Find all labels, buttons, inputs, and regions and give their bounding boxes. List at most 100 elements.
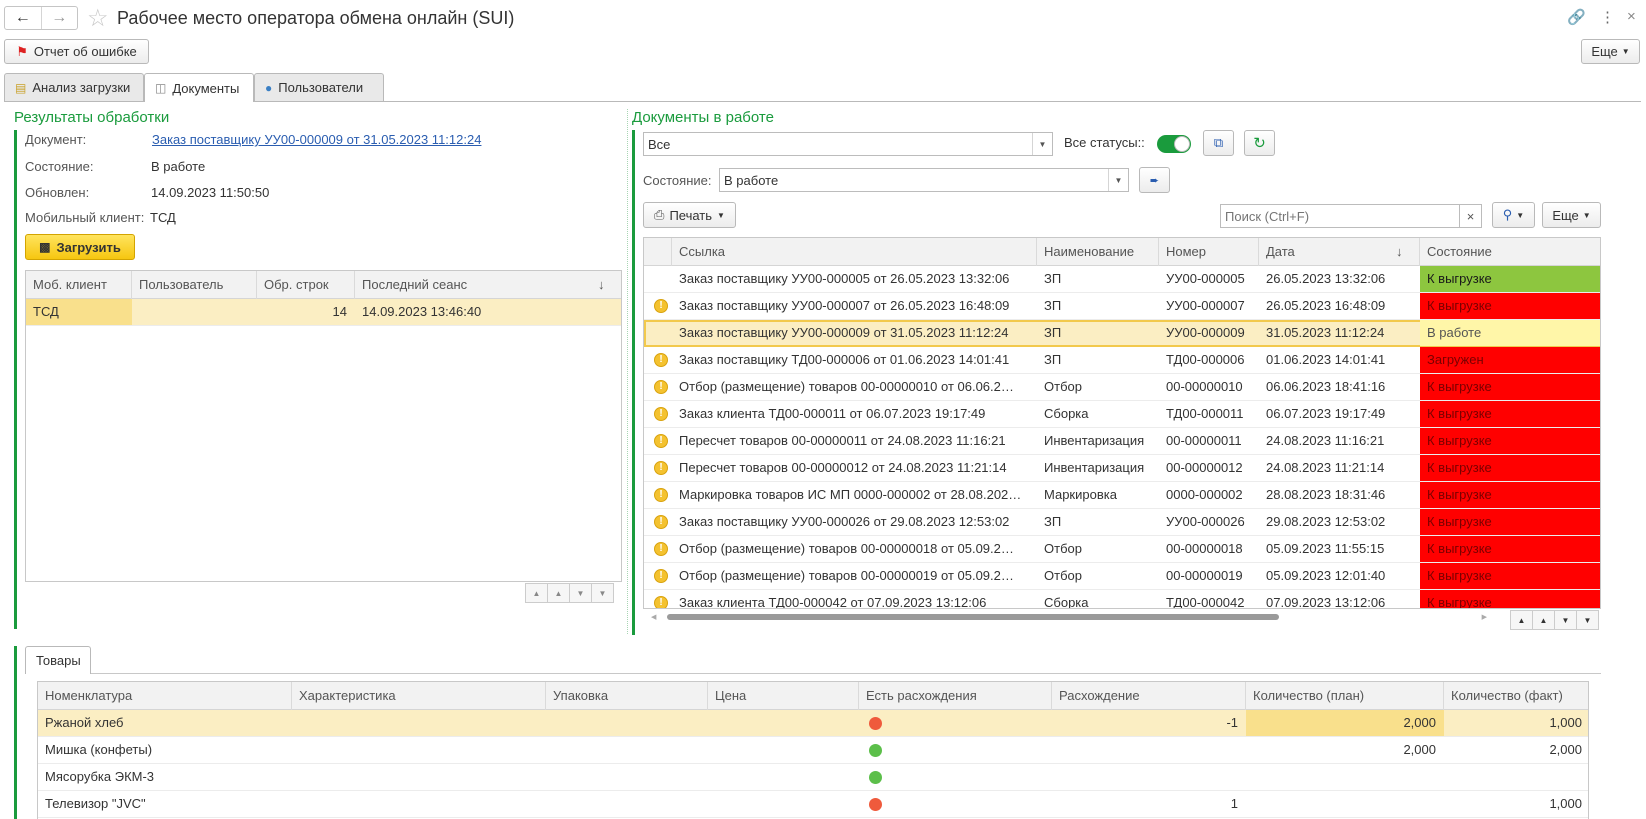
more-vert-icon[interactable]: ⋮ bbox=[1600, 8, 1615, 26]
table-row[interactable]: ! Маркировка товаров ИС МП 0000-000002 от… bbox=[644, 482, 1600, 509]
cell-plan bbox=[1246, 764, 1444, 790]
printer-icon: ⎙ bbox=[654, 207, 665, 222]
history-nav: ← → bbox=[4, 6, 78, 30]
table-row[interactable]: ! Пересчет товаров 00-00000011 от 24.08.2… bbox=[644, 428, 1600, 455]
table-row[interactable]: Телевизор "JVC" 1 1,000 bbox=[38, 791, 1588, 818]
updated-value: 14.09.2023 11:50:50 bbox=[151, 185, 270, 200]
cell-ref: Заказ клиента ТД00-000042 от 07.09.2023 … bbox=[679, 595, 987, 609]
apply-state-button[interactable]: ➨ bbox=[1139, 167, 1170, 193]
cell-rows: 14 bbox=[332, 304, 347, 319]
table-row[interactable]: ! Заказ поставщику УУ00-000007 от 26.05.2… bbox=[644, 293, 1600, 320]
last-icon[interactable]: ▼ bbox=[1576, 610, 1599, 630]
first-icon[interactable]: ▲ bbox=[1510, 610, 1533, 630]
filter-select[interactable]: Все ▼ bbox=[643, 132, 1053, 156]
search-button[interactable]: ⚲ ▼ bbox=[1492, 202, 1535, 228]
docs-nav: ▲ ▲ ▼ ▼ bbox=[1510, 610, 1599, 630]
down-icon[interactable]: ▼ bbox=[1554, 610, 1577, 630]
cell-date: 07.09.2023 13:12:06 bbox=[1266, 595, 1386, 609]
star-icon[interactable]: ☆ bbox=[87, 4, 109, 33]
column-header[interactable]: Обр. строк bbox=[257, 271, 355, 299]
column-header[interactable]: Состояние bbox=[1420, 238, 1600, 266]
table-row[interactable]: Заказ поставщику УУ00-000005 от 26.05.20… bbox=[644, 266, 1600, 293]
close-icon[interactable]: × bbox=[1627, 8, 1636, 25]
cell-diff: -1 bbox=[1226, 715, 1238, 730]
column-header[interactable]: Номер bbox=[1159, 238, 1259, 266]
down-icon[interactable]: ▼ bbox=[569, 583, 592, 603]
table-row[interactable]: Заказ поставщику УУ00-000009 от 31.05.20… bbox=[644, 320, 1600, 347]
report-error-button[interactable]: ⚑ Отчет об ошибке bbox=[4, 39, 149, 64]
sort-down-icon[interactable]: ↓ bbox=[598, 271, 618, 299]
all-statuses-toggle[interactable] bbox=[1157, 135, 1191, 153]
forward-arrow-icon[interactable]: → bbox=[40, 7, 78, 29]
table-row[interactable]: ! Отбор (размещение) товаров 00-00000010 … bbox=[644, 374, 1600, 401]
docs-state-label: Состояние: bbox=[643, 173, 712, 188]
table-row[interactable]: Мишка (конфеты) 2,000 2,000 bbox=[38, 737, 1588, 764]
cell-date: 26.05.2023 13:32:06 bbox=[1266, 271, 1386, 286]
sort-down-icon[interactable]: ↓ bbox=[1396, 238, 1416, 266]
cell-char bbox=[292, 764, 546, 790]
cell-num: УУ00-000005 bbox=[1166, 271, 1245, 286]
cell-client: ТСД bbox=[26, 299, 132, 325]
column-header[interactable]: Упаковка bbox=[546, 682, 708, 710]
column-header[interactable]: Номенклатура bbox=[38, 682, 292, 710]
horizontal-scrollbar[interactable]: ◀ ▶ bbox=[651, 611, 1487, 621]
table-row[interactable]: ! Заказ поставщику УУ00-000026 от 29.08.2… bbox=[644, 509, 1600, 536]
cell-name: Телевизор "JVC" bbox=[45, 796, 146, 811]
cell-price bbox=[708, 791, 859, 817]
table-row[interactable]: ! Заказ клиента ТД00-000042 от 07.09.2023… bbox=[644, 590, 1600, 609]
column-header[interactable]: Моб. клиент bbox=[26, 271, 132, 299]
more-button[interactable]: Еще ▼ bbox=[1581, 39, 1640, 64]
up-icon[interactable]: ▲ bbox=[547, 583, 570, 603]
column-header[interactable]: Наименование bbox=[1037, 238, 1159, 266]
column-header[interactable]: Цена bbox=[708, 682, 859, 710]
cell-fact: 1,000 bbox=[1549, 796, 1582, 811]
chevron-down-icon: ▼ bbox=[1516, 210, 1525, 220]
column-header[interactable]: Есть расхождения bbox=[859, 682, 1052, 710]
table-row[interactable]: ! Заказ клиента ТД00-000011 от 06.07.2023… bbox=[644, 401, 1600, 428]
tab-goods[interactable]: Товары bbox=[25, 646, 91, 674]
table-row[interactable]: Ржаной хлеб -1 2,000 1,000 bbox=[38, 710, 1588, 737]
clients-nav: ▲ ▲ ▼ ▼ bbox=[525, 583, 614, 603]
table-row[interactable]: ТСД 14 14.09.2023 13:46:40 bbox=[26, 299, 621, 326]
open-form-button[interactable]: ⧉ bbox=[1203, 130, 1234, 156]
search-input[interactable] bbox=[1220, 204, 1460, 228]
cell-state: К выгрузке bbox=[1420, 590, 1600, 608]
table-row[interactable]: ! Заказ поставщику ТД00-000006 от 01.06.2… bbox=[644, 347, 1600, 374]
warning-icon: ! bbox=[654, 380, 668, 394]
docs-more-button[interactable]: Еще ▼ bbox=[1542, 202, 1601, 228]
table-row[interactable]: ! Отбор (размещение) товаров 00-00000018 … bbox=[644, 536, 1600, 563]
first-icon[interactable]: ▲ bbox=[525, 583, 548, 603]
cell-date: 01.06.2023 14:01:41 bbox=[1266, 352, 1386, 367]
cell-ref: Заказ поставщику ТД00-000006 от 01.06.20… bbox=[679, 352, 1010, 367]
tab-label: Пользователи bbox=[278, 80, 364, 95]
table-row[interactable]: ! Отбор (размещение) товаров 00-00000019 … bbox=[644, 563, 1600, 590]
docs-state-select[interactable]: В работе ▼ bbox=[719, 168, 1129, 192]
up-icon[interactable]: ▲ bbox=[1532, 610, 1555, 630]
clear-search-icon[interactable]: × bbox=[1460, 204, 1482, 228]
cell-state: К выгрузке bbox=[1420, 455, 1600, 481]
column-header[interactable]: Количество (план) bbox=[1246, 682, 1444, 710]
cell-date: 26.05.2023 16:48:09 bbox=[1266, 298, 1386, 313]
table-row[interactable]: ! Пересчет товаров 00-00000012 от 24.08.2… bbox=[644, 455, 1600, 482]
tab-users[interactable]: ● Пользователи bbox=[254, 73, 384, 101]
cell-num: УУ00-000007 bbox=[1166, 298, 1245, 313]
load-button[interactable]: ▩ Загрузить bbox=[25, 234, 135, 260]
print-button[interactable]: ⎙ Печать ▼ bbox=[643, 202, 736, 228]
last-icon[interactable]: ▼ bbox=[591, 583, 614, 603]
column-header[interactable]: Пользователь bbox=[132, 271, 257, 299]
back-arrow-icon[interactable]: ← bbox=[5, 7, 41, 29]
cell-state: К выгрузке bbox=[1420, 563, 1600, 589]
tab-documents[interactable]: ◫ Документы bbox=[144, 73, 254, 102]
link-icon[interactable]: 🔗 bbox=[1567, 8, 1586, 26]
document-link[interactable]: Заказ поставщику УУ00-000009 от 31.05.20… bbox=[152, 132, 481, 147]
cell-state: К выгрузке bbox=[1420, 482, 1600, 508]
table-row[interactable]: Мясорубка ЭКМ-3 bbox=[38, 764, 1588, 791]
cell-name: Инвентаризация bbox=[1044, 460, 1145, 475]
refresh-button[interactable]: ↻ bbox=[1244, 130, 1275, 156]
column-header[interactable]: Расхождение bbox=[1052, 682, 1246, 710]
tab-load-analysis[interactable]: ▤ Анализ загрузки bbox=[4, 73, 144, 101]
column-header[interactable]: Последний сеанс bbox=[355, 271, 621, 299]
column-header[interactable]: Количество (факт) bbox=[1444, 682, 1588, 710]
column-header[interactable]: Характеристика bbox=[292, 682, 546, 710]
column-header[interactable]: Ссылка bbox=[672, 238, 1037, 266]
